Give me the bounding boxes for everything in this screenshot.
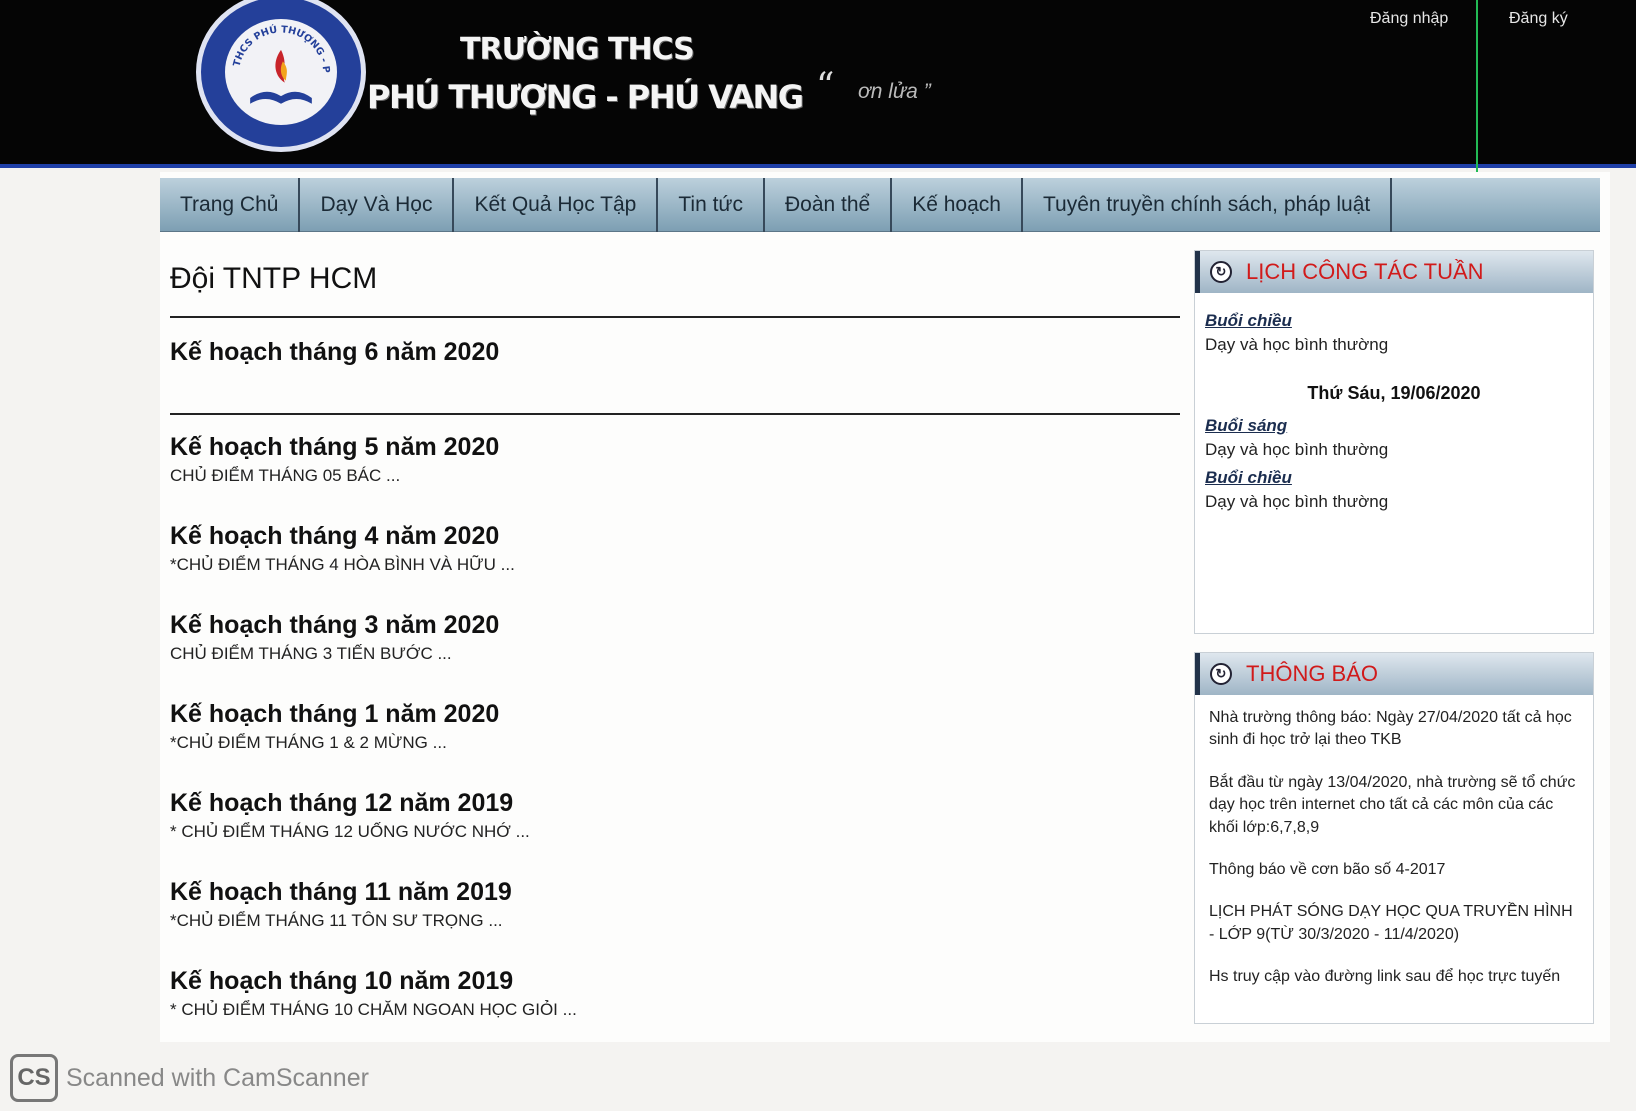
top-divider — [1476, 0, 1478, 180]
notice-panel-header: ↻ THÔNG BÁO — [1195, 653, 1593, 695]
post-title[interactable]: Kế hoạch tháng 11 năm 2019 — [170, 878, 1180, 907]
session-label: Buổi chiều — [1205, 468, 1292, 487]
camscanner-watermark: CS Scanned with CamScanner — [10, 1054, 369, 1102]
torch-book-icon: THCS PHÚ THƯỢNG - PHÚ VANG — [221, 9, 331, 104]
list-item: Kế hoạch tháng 4 năm 2020 *CHỦ ĐIỂM THÁN… — [170, 522, 1180, 611]
featured-divider — [170, 413, 1180, 415]
post-excerpt: *CHỦ ĐIỂM THÁNG 11 TÔN SƯ TRỌNG ... — [170, 911, 503, 930]
post-title[interactable]: Kế hoạch tháng 1 năm 2020 — [170, 700, 1180, 729]
post-excerpt: * CHỦ ĐIỂM THÁNG 12 UỐNG NƯỚC NHỚ ... — [170, 822, 530, 841]
nav-item-law[interactable]: Tuyên truyền chính sách, pháp luật — [1023, 178, 1393, 232]
schedule-list[interactable]: Buổi chiều Dạy và học bình thường Thứ Sá… — [1195, 293, 1593, 633]
post-title[interactable]: Kế hoạch tháng 3 năm 2020 — [170, 611, 1180, 640]
session-text: Dạy và học bình thường — [1205, 440, 1389, 459]
list-item: Kế hoạch tháng 10 năm 2019 * CHỦ ĐIỂM TH… — [170, 967, 1180, 1056]
site-header: THCS PHÚ THƯỢNG - PHÚ VANG TRƯỜNG THCS P… — [0, 0, 1636, 180]
list-item: Kế hoạch tháng 5 năm 2020 CHỦ ĐIỂM THÁNG… — [170, 433, 1180, 522]
nav-item-news[interactable]: Tin tức — [658, 178, 765, 232]
notice-item[interactable]: Hs truy cập vào đường link sau để học tr… — [1209, 966, 1581, 988]
post-title[interactable]: Kế hoạch tháng 12 năm 2019 — [170, 789, 1180, 818]
main-content: Đội TNTP HCM Kế hoạch tháng 6 năm 2020 K… — [170, 252, 1180, 1056]
list-item: Kế hoạch tháng 11 năm 2019 *CHỦ ĐIỂM THÁ… — [170, 878, 1180, 967]
school-name-line2: PHÚ THƯỢNG - PHÚ VANG — [367, 78, 804, 116]
list-item: Kế hoạch tháng 3 năm 2020 CHỦ ĐIỂM THÁNG… — [170, 611, 1180, 700]
post-excerpt: *CHỦ ĐIỂM THÁNG 1 & 2 MỪNG ... — [170, 733, 447, 752]
list-item: Kế hoạch tháng 12 năm 2019 * CHỦ ĐIỂM TH… — [170, 789, 1180, 878]
refresh-icon: ↻ — [1210, 663, 1232, 685]
session-text: Dạy và học bình thường — [1205, 335, 1389, 354]
post-excerpt: * CHỦ ĐIỂM THÁNG 10 CHĂM NGOAN HỌC GIỎI … — [170, 1000, 577, 1019]
notice-item[interactable]: Bắt đầu từ ngày 13/04/2020, nhà trường s… — [1209, 772, 1581, 839]
watermark-text: Scanned with CamScanner — [66, 1063, 369, 1092]
post-list: Kế hoạch tháng 5 năm 2020 CHỦ ĐIỂM THÁNG… — [170, 433, 1180, 1056]
post-excerpt: CHỦ ĐIỂM THÁNG 05 BÁC ... — [170, 466, 401, 485]
main-nav: Trang Chủ Dạy Và Học Kết Quả Học Tập Tin… — [160, 178, 1600, 232]
post-excerpt: CHỦ ĐIỂM THÁNG 3 TIẾN BƯỚC ... — [170, 644, 452, 663]
nav-item-home[interactable]: Trang Chủ — [160, 178, 301, 232]
post-title[interactable]: Kế hoạch tháng 10 năm 2019 — [170, 967, 1180, 996]
logo-emblem: THCS PHÚ THƯỢNG - PHÚ VANG — [221, 9, 339, 127]
sidebar: ↻ LỊCH CÔNG TÁC TUẦN Buổi chiều Dạy và h… — [1194, 250, 1594, 1024]
notice-item[interactable]: LỊCH PHÁT SÓNG DẠY HỌC QUA TRUYỀN HÌNH -… — [1209, 901, 1581, 946]
schedule-panel-title: LỊCH CÔNG TÁC TUẦN — [1246, 259, 1484, 284]
school-logo[interactable]: THCS PHÚ THƯỢNG - PHÚ VANG — [196, 0, 366, 152]
nav-item-teaching[interactable]: Dạy Và Học — [300, 178, 455, 232]
login-link[interactable]: Đăng nhập — [1370, 10, 1448, 28]
schedule-date: Thứ Sáu, 19/06/2020 — [1307, 383, 1481, 403]
session-label: Buổi sáng — [1205, 416, 1288, 435]
schedule-panel: ↻ LỊCH CÔNG TÁC TUẦN Buổi chiều Dạy và h… — [1194, 250, 1594, 634]
list-item: Kế hoạch tháng 1 năm 2020 *CHỦ ĐIỂM THÁN… — [170, 700, 1180, 789]
register-link[interactable]: Đăng ký — [1509, 10, 1568, 28]
featured-post-title[interactable]: Kế hoạch tháng 6 năm 2020 — [170, 338, 1180, 367]
nav-item-results[interactable]: Kết Quả Học Tập — [454, 178, 659, 232]
post-excerpt: *CHỦ ĐIỂM THÁNG 4 HÒA BÌNH VÀ HỮU ... — [170, 555, 515, 574]
notice-list: Nhà trường thông báo: Ngày 27/04/2020 tấ… — [1195, 695, 1593, 1023]
notice-panel-title: THÔNG BÁO — [1246, 661, 1379, 686]
quote-mark-icon: “ — [816, 66, 835, 107]
nav-item-plans[interactable]: Kế hoạch — [892, 178, 1023, 232]
page-title: Đội TNTP HCM — [170, 262, 378, 295]
post-title[interactable]: Kế hoạch tháng 4 năm 2020 — [170, 522, 1180, 551]
camscanner-logo-icon: CS — [10, 1054, 58, 1102]
refresh-icon: ↻ — [1210, 261, 1232, 283]
school-name-line1: TRƯỜNG THCS — [460, 32, 695, 67]
page-body: Trang Chủ Dạy Và Học Kết Quả Học Tập Tin… — [160, 172, 1610, 1042]
notice-item[interactable]: Thông báo về cơn bão số 4-2017 — [1209, 859, 1581, 881]
slogan-text: ơn lửa ” — [858, 80, 931, 103]
session-label: Buổi chiều — [1205, 311, 1292, 330]
session-text: Dạy và học bình thường — [1205, 492, 1389, 511]
schedule-panel-header: ↻ LỊCH CÔNG TÁC TUẦN — [1195, 251, 1593, 293]
title-divider — [170, 316, 1180, 318]
notice-item[interactable]: Nhà trường thông báo: Ngày 27/04/2020 tấ… — [1209, 707, 1581, 752]
post-title[interactable]: Kế hoạch tháng 5 năm 2020 — [170, 433, 1180, 462]
nav-item-union[interactable]: Đoàn thể — [765, 178, 893, 232]
notice-panel: ↻ THÔNG BÁO Nhà trường thông báo: Ngày 2… — [1194, 652, 1594, 1024]
